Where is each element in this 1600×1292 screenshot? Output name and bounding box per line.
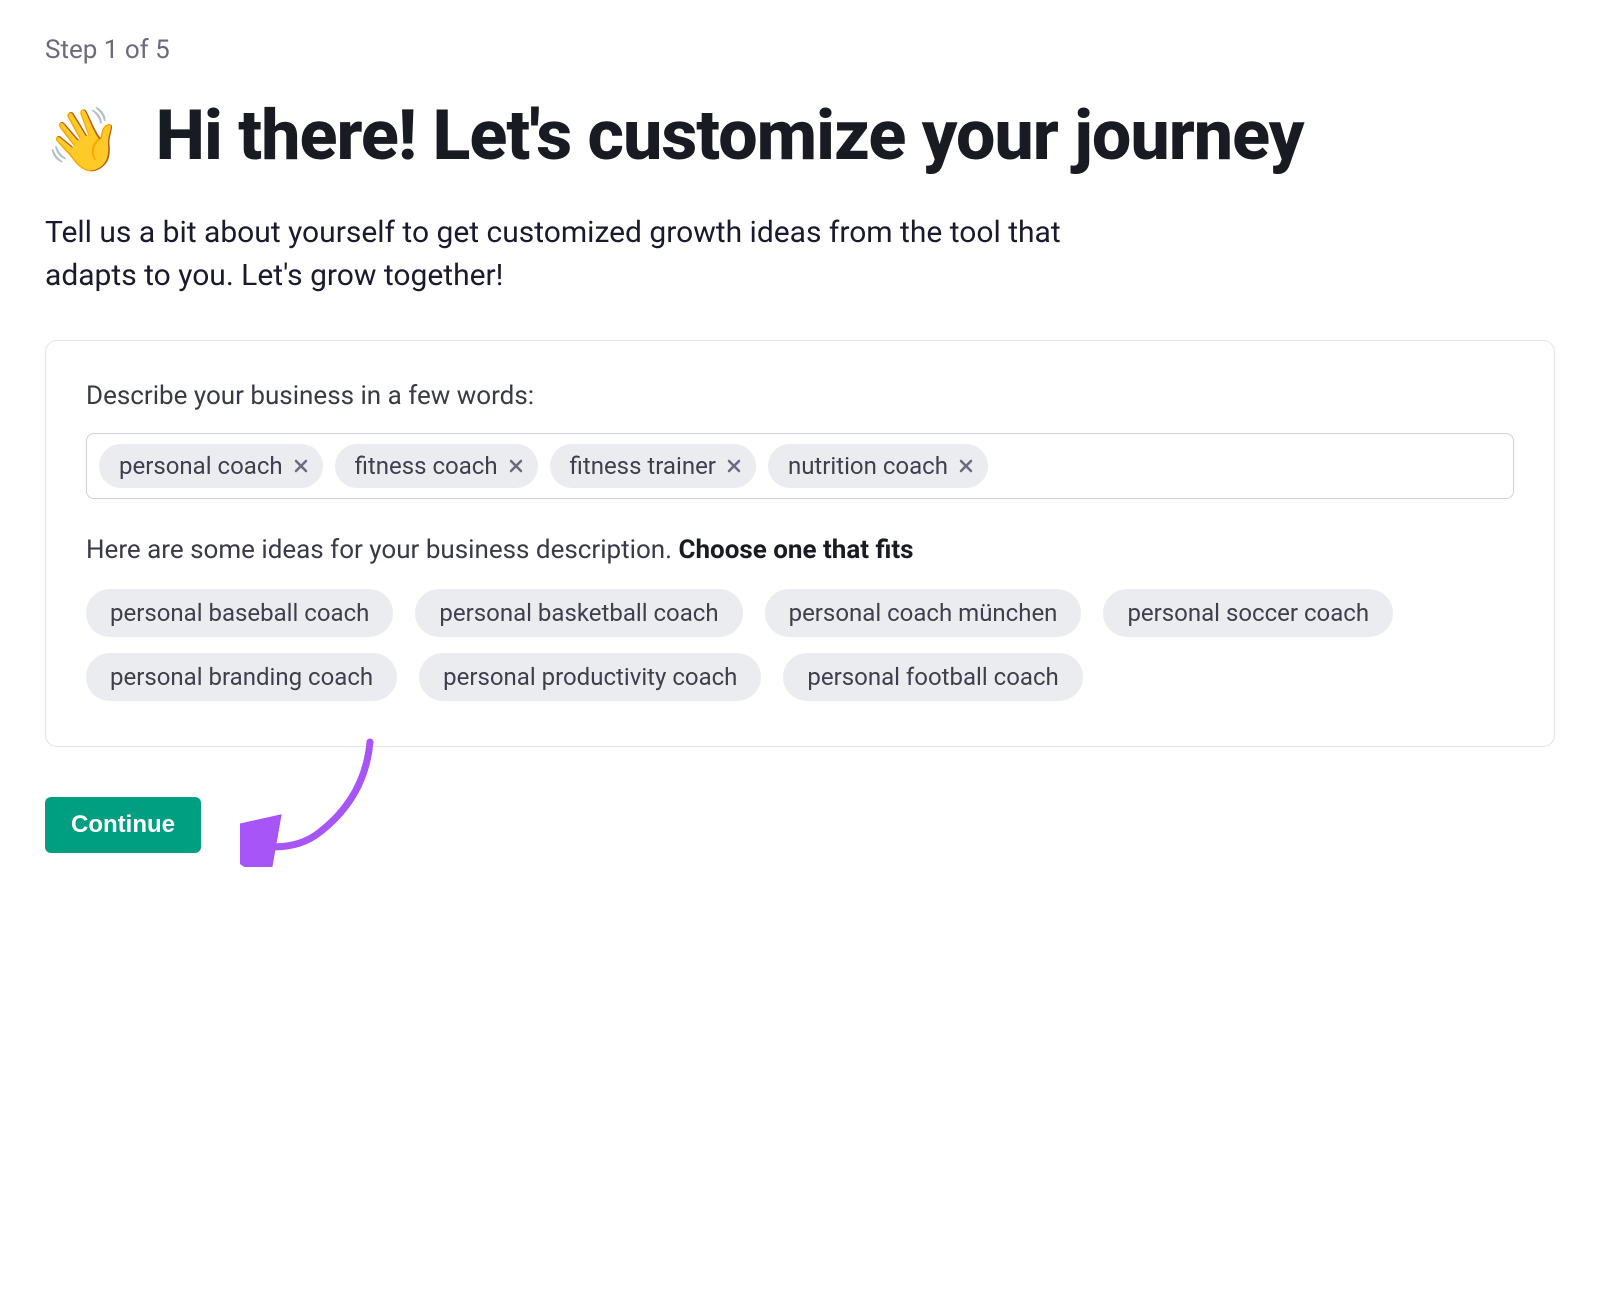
suggestion-chip[interactable]: personal branding coach	[86, 653, 397, 701]
remove-tag-icon[interactable]	[293, 458, 309, 474]
describe-business-label: Describe your business in a few words:	[86, 381, 1514, 411]
selected-tag: personal coach	[99, 444, 323, 488]
business-description-card: Describe your business in a few words: p…	[45, 340, 1555, 747]
continue-button[interactable]: Continue	[45, 797, 201, 853]
arrow-annotation-icon	[240, 737, 420, 867]
wave-emoji-icon: 👋	[45, 102, 121, 180]
ideas-bold-text: Choose one that fits	[678, 535, 913, 565]
suggestion-chip[interactable]: personal soccer coach	[1103, 589, 1393, 637]
tag-label: fitness trainer	[570, 452, 716, 480]
remove-tag-icon[interactable]	[726, 458, 742, 474]
action-area: Continue	[45, 747, 1555, 853]
ideas-prefix-text: Here are some ideas for your business de…	[86, 535, 678, 565]
suggestions-list: personal baseball coach personal basketba…	[86, 589, 1514, 701]
suggestion-chip[interactable]: personal football coach	[783, 653, 1082, 701]
tag-label: personal coach	[119, 452, 283, 480]
page-title: 👋 Hi there! Let's customize your journey	[45, 93, 1555, 181]
suggestion-chip[interactable]: personal basketball coach	[415, 589, 742, 637]
remove-tag-icon[interactable]	[508, 458, 524, 474]
suggestion-chip[interactable]: personal coach münchen	[765, 589, 1082, 637]
step-indicator: Step 1 of 5	[45, 35, 1555, 65]
suggestion-chip[interactable]: personal baseball coach	[86, 589, 393, 637]
selected-tag: fitness trainer	[550, 444, 756, 488]
ideas-label: Here are some ideas for your business de…	[86, 535, 1514, 565]
tag-label: fitness coach	[355, 452, 498, 480]
selected-tag: nutrition coach	[768, 444, 988, 488]
tag-input[interactable]: personal coach fitness coach fitness train…	[86, 433, 1514, 499]
page-subtitle: Tell us a bit about yourself to get cust…	[45, 211, 1085, 298]
remove-tag-icon[interactable]	[958, 458, 974, 474]
suggestion-chip[interactable]: personal productivity coach	[419, 653, 761, 701]
tag-label: nutrition coach	[788, 452, 948, 480]
page-title-text: Hi there! Let's customize your journey	[139, 95, 1303, 177]
selected-tag: fitness coach	[335, 444, 538, 488]
